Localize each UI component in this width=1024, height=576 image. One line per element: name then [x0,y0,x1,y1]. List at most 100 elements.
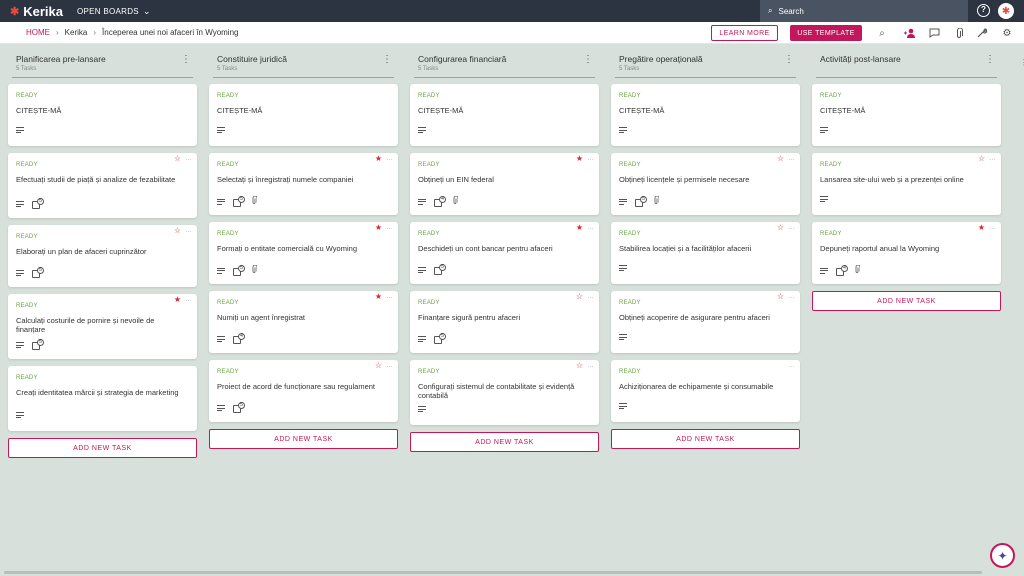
card-indicators: 4 [418,195,459,207]
card-menu-icon[interactable]: … [587,293,594,301]
task-card[interactable]: READY CITEȘTE-MĂ [209,84,398,146]
help-icon[interactable]: ? [977,4,990,17]
priority-star-icon[interactable]: ★ [375,293,382,301]
gear-icon[interactable]: ⚙ [1000,26,1014,40]
card-menu-icon[interactable]: … [788,362,795,370]
column-menu-icon[interactable]: ⋮ [181,55,191,65]
card-indicators: 5 [418,264,452,275]
breadcrumb-org[interactable]: Kerika [65,28,88,37]
task-card[interactable]: READY Stabilirea locației și a facilități… [611,222,800,284]
assistant-button[interactable]: ✦ [990,543,1015,568]
card-menu-icon[interactable]: … [587,224,594,232]
priority-star-icon[interactable]: ☆ [375,362,382,370]
priority-star-icon[interactable]: ☆ [777,293,784,301]
task-card[interactable]: READY Elaborați un plan de afaceri cuprin… [8,225,197,287]
column-menu-icon[interactable]: ⋮ [382,55,392,65]
task-card[interactable]: READY CITEȘTE-MĂ [812,84,1001,146]
task-card[interactable]: READY Creați identitatea mărcii și strate… [8,366,197,431]
priority-star-icon[interactable]: ☆ [576,293,583,301]
task-card[interactable]: READY Obțineți un EIN federal ★ … 4 [410,153,599,215]
column-title[interactable]: Planificarea pre-lansare [16,54,197,65]
priority-star-icon[interactable]: ☆ [777,155,784,163]
priority-star-icon[interactable]: ★ [375,155,382,163]
use-template-button[interactable]: USE TEMPLATE [790,25,862,41]
task-card[interactable]: READY CITEȘTE-MĂ [8,84,197,146]
task-card[interactable]: READY Efectuați studii de piață și analiz… [8,153,197,218]
task-card[interactable]: READY Calculați costurile de pornire și n… [8,294,197,359]
breadcrumb-home[interactable]: HOME [26,28,50,37]
card-menu-icon[interactable]: … [587,362,594,370]
global-search[interactable]: ⌕ Search [760,0,968,22]
column-title[interactable]: Configurarea financiară [418,54,599,65]
card-menu-icon[interactable]: … [386,224,393,232]
task-card[interactable]: READY Finanțare sigură pentru afaceri ☆ … 5 [410,291,599,353]
card-indicators: 5 [217,264,258,276]
task-card[interactable]: READY CITEȘTE-MĂ [410,84,599,146]
priority-star-icon[interactable]: ★ [978,224,985,232]
task-status: READY [820,93,842,99]
task-title: Proiect de acord de funcționare sau regu… [217,382,376,391]
priority-star-icon[interactable]: ★ [375,224,382,232]
column-menu-icon[interactable]: ⋮ [784,55,794,65]
priority-star-icon[interactable]: ★ [576,224,583,232]
board-column: Configurarea financiară 5 Tasks ⋮ READY CITE… [410,54,599,452]
add-person-icon[interactable] [903,26,917,40]
card-menu-icon[interactable]: … [386,293,393,301]
paperclip-icon[interactable] [952,26,966,40]
horizontal-scrollbar[interactable] [4,571,982,574]
description-icon [16,412,24,418]
search-icon[interactable]: ⌕ [875,26,889,40]
task-card[interactable]: READY CITEȘTE-MĂ [611,84,800,146]
column-menu-icon[interactable]: ⋮ [583,55,593,65]
priority-star-icon[interactable]: ★ [576,155,583,163]
learn-more-button[interactable]: LEARN MORE [711,25,778,41]
open-boards-menu[interactable]: OPEN BOARDS ⌄ [77,6,151,17]
task-card[interactable]: READY Deschideți un cont bancar pentru af… [410,222,599,284]
user-avatar[interactable]: ✱ [998,3,1014,19]
add-new-task-button[interactable]: ADD NEW TASK [812,291,1001,311]
column-title[interactable]: Constituire juridică [217,54,398,65]
card-menu-icon[interactable]: … [185,227,192,235]
card-menu-icon[interactable]: … [989,224,996,232]
column-menu-icon[interactable]: ⋮ [985,55,995,65]
chat-icon[interactable] [927,26,941,40]
kerika-logo[interactable]: ✱ Kerika [10,4,63,19]
task-card[interactable]: READY Achiziționarea de echipamente și co… [611,360,800,422]
task-card[interactable]: READY Lansarea site-ului web și a prezenț… [812,153,1001,215]
task-card[interactable]: READY Numiți un agent înregistrat ★ … 4 [209,291,398,353]
card-menu-icon[interactable]: … [788,293,795,301]
priority-star-icon[interactable]: ☆ [978,155,985,163]
card-menu-icon[interactable]: … [185,155,192,163]
task-status: READY [418,162,440,168]
priority-star-icon[interactable]: ☆ [174,155,181,163]
priority-star-icon[interactable]: ☆ [777,224,784,232]
task-card[interactable]: READY Formați o entitate comercială cu Wy… [209,222,398,284]
add-new-task-button[interactable]: ADD NEW TASK [209,429,398,449]
add-new-task-button[interactable]: ADD NEW TASK [611,429,800,449]
priority-star-icon[interactable]: ☆ [576,362,583,370]
task-card[interactable]: READY Selectați și înregistrați numele co… [209,153,398,215]
card-menu-icon[interactable]: … [386,362,393,370]
card-menu-icon[interactable]: … [989,155,996,163]
card-menu-icon[interactable]: … [587,155,594,163]
task-card[interactable]: READY Depuneți raportul anual la Wyoming ★… [812,222,1001,284]
card-menu-icon[interactable]: … [185,296,192,304]
add-new-task-button[interactable]: ADD NEW TASK [410,432,599,452]
column-title[interactable]: Activități post-lansare [820,54,1001,65]
task-title: Selectați și înregistrați numele compani… [217,175,354,184]
column-title[interactable]: Pregătire operațională [619,54,800,65]
task-card[interactable]: READY Obțineți licențele și permisele nec… [611,153,800,215]
board-column: Constituire juridică 5 Tasks ⋮ READY CITEȘTE… [209,54,398,449]
wrench-icon[interactable] [975,26,989,40]
task-card[interactable]: READY Obțineți acoperire de asigurare pen… [611,291,800,353]
task-title: Calculați costurile de pornire și nevoil… [16,316,155,334]
task-card[interactable]: READY Configurați sistemul de contabilita… [410,360,599,425]
priority-star-icon[interactable]: ☆ [174,227,181,235]
task-card[interactable]: READY Proiect de acord de funcționare sau… [209,360,398,422]
card-menu-icon[interactable]: … [788,155,795,163]
card-menu-icon[interactable]: … [386,155,393,163]
priority-star-icon[interactable]: ★ [174,296,181,304]
card-menu-icon[interactable]: … [788,224,795,232]
task-title: CITEȘTE-MĂ [619,106,665,115]
add-new-task-button[interactable]: ADD NEW TASK [8,438,197,458]
